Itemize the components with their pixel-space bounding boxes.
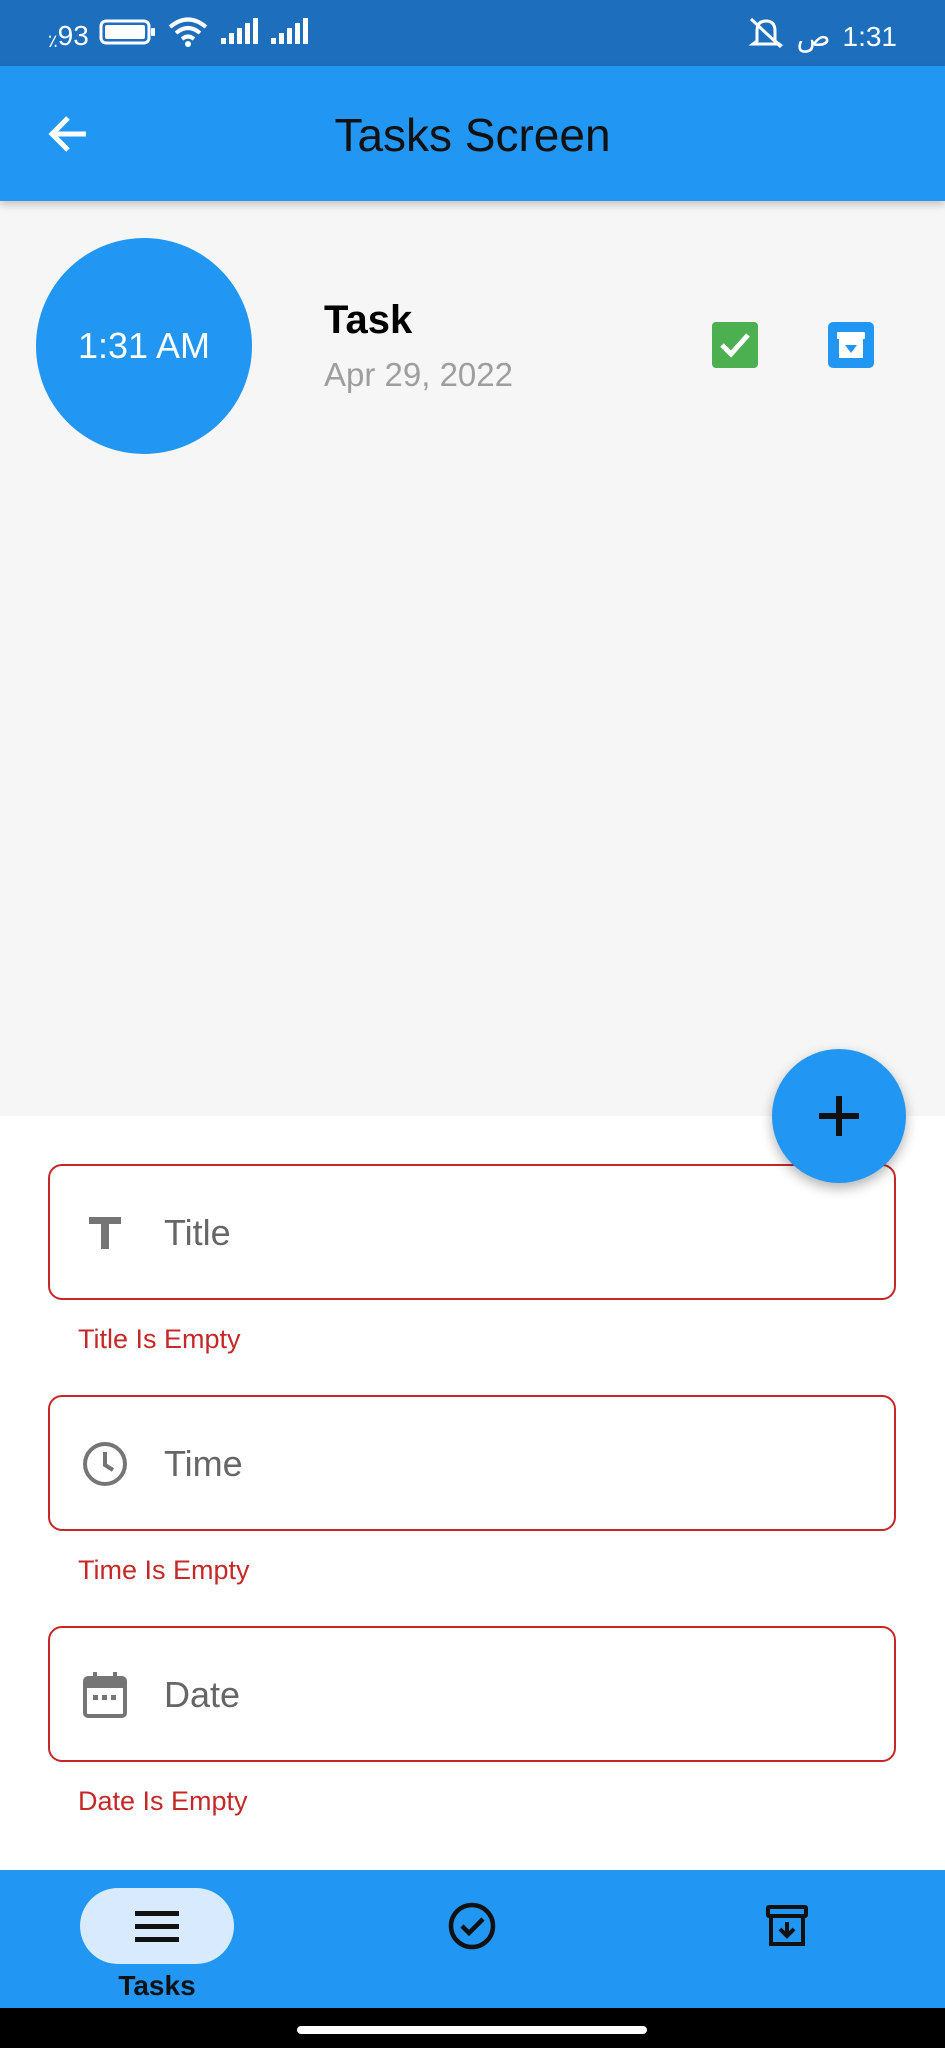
home-indicator[interactable]	[297, 2026, 647, 2034]
date-error: Date Is Empty	[78, 1786, 248, 1816]
battery-unit: ٪	[48, 30, 58, 51]
task-time: 1:31 AM	[77, 325, 211, 366]
status-ampm: ص	[796, 21, 831, 52]
silent-bell-icon	[747, 16, 785, 57]
add-task-bottom-sheet: Title Is Empty Time Is Empty Date Is Emp…	[0, 1116, 945, 1870]
status-left: ٪ 93	[48, 16, 309, 55]
title-icon	[80, 1208, 130, 1258]
title-error: Title Is Empty	[78, 1324, 241, 1354]
app-bar: Tasks Screen	[0, 66, 945, 201]
nav-item-done[interactable]	[352, 1880, 592, 2000]
check-box-icon	[720, 333, 750, 358]
menu-icon	[135, 1911, 179, 1942]
nav-item-archived[interactable]	[667, 1880, 907, 2000]
nav-pill-done	[395, 1888, 549, 1964]
battery-percentage: ٪ 93	[48, 20, 89, 52]
task-list-item[interactable]: 1:31 AM Task Apr 29, 2022	[0, 220, 945, 470]
add-task-fab[interactable]	[772, 1049, 906, 1183]
time-error: Time Is Empty	[78, 1555, 250, 1585]
task-time-avatar: 1:31 AM	[36, 238, 252, 454]
archive-icon	[837, 332, 865, 358]
date-field[interactable]	[48, 1626, 896, 1762]
task-date: Apr 29, 2022	[324, 356, 513, 393]
task-title: Task	[324, 298, 413, 342]
clock-icon	[80, 1439, 130, 1489]
wifi-icon	[167, 16, 209, 55]
title-field[interactable]	[48, 1164, 896, 1300]
battery-icon	[99, 18, 157, 53]
nav-pill-archived	[710, 1888, 864, 1964]
archive-button[interactable]	[828, 322, 874, 368]
bottom-navigation: Tasks	[0, 1870, 945, 2008]
title-input[interactable]	[162, 1196, 866, 1270]
status-bar: ٪ 93 ص 1:31	[0, 0, 945, 66]
system-gesture-bar	[0, 2008, 945, 2048]
archive-icon	[766, 1905, 808, 1946]
check-circle-icon	[448, 1902, 496, 1950]
signal-icon-1	[219, 18, 259, 53]
status-time: 1:31	[842, 20, 898, 52]
battery-value: 93	[57, 19, 89, 51]
date-input[interactable]	[162, 1658, 866, 1732]
nav-item-tasks[interactable]: Tasks	[37, 1880, 277, 2001]
calendar-icon	[80, 1670, 130, 1720]
time-field[interactable]	[48, 1395, 896, 1531]
time-input[interactable]	[162, 1427, 866, 1501]
plus-icon	[819, 1096, 859, 1136]
nav-pill-tasks	[80, 1888, 234, 1964]
nav-label-tasks: Tasks	[118, 1970, 196, 2001]
mark-done-button[interactable]	[712, 322, 758, 368]
signal-icon-2	[269, 18, 309, 53]
page-title: Tasks Screen	[334, 109, 611, 161]
status-right: ص 1:31	[747, 16, 897, 57]
